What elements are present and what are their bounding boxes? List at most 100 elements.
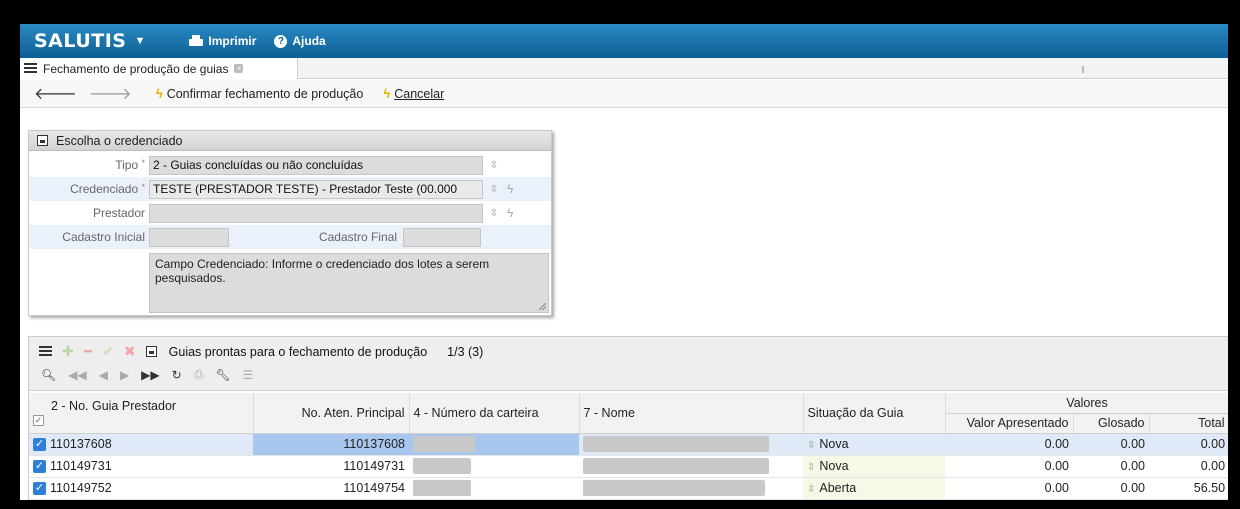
prestador-field[interactable]	[149, 203, 483, 223]
carteira-cell	[409, 455, 579, 478]
printer-icon	[189, 35, 204, 47]
next-page-icon[interactable]: ▶	[120, 368, 129, 382]
col-guia-prestador[interactable]: 2 - No. Guia Prestador ✓	[29, 393, 254, 434]
col-numero-carteira[interactable]: 4 - Número da carteira	[409, 393, 580, 434]
cancel-button[interactable]: ϟ Cancelar	[383, 86, 444, 101]
nome-cell	[579, 455, 803, 478]
spinner-icon[interactable]: ⇳	[807, 462, 815, 473]
delete-icon[interactable]: ✖	[124, 343, 136, 360]
brand-menu[interactable]: SALUTIS	[34, 30, 126, 52]
top-header-bar: SALUTIS ▼ Imprimir ? Ajuda	[20, 24, 1228, 58]
help-label: Ajuda	[292, 34, 326, 48]
row-checkbox[interactable]: ✓	[33, 438, 46, 452]
tipo-row: Tipo * 2 - Guias concluídas ou não concl…	[29, 153, 551, 177]
panel-header: Escolha o credenciado	[29, 131, 551, 151]
close-icon[interactable]: ×	[234, 64, 244, 73]
search-icon[interactable]: 🔍︎	[41, 368, 56, 382]
select-all-checkbox[interactable]: ✓	[33, 414, 44, 426]
glosado-cell: 0.00	[1073, 455, 1149, 478]
help-text-area: Campo Credenciado: Informe o credenciado…	[149, 253, 549, 313]
columns-icon[interactable]: ☰	[243, 368, 254, 382]
cadastro-inicial-field[interactable]	[149, 227, 229, 247]
confirm-closing-button[interactable]: ϟ Confirmar fechamento de produção	[156, 86, 364, 101]
print-button[interactable]: Imprimir	[189, 34, 256, 48]
guia-cell: ✓ 110149752	[29, 477, 253, 500]
guias-table: 2 - No. Guia Prestador ✓ No. Aten. Princ…	[29, 393, 1228, 500]
export-icon[interactable]: ⎙	[194, 367, 204, 382]
list-icon	[24, 63, 37, 74]
check-icon[interactable]: ✔	[102, 343, 114, 360]
panel-title: Escolha o credenciado	[56, 133, 183, 148]
guia-cell: ✓ 110149731	[29, 455, 253, 478]
question-icon: ?	[274, 34, 288, 48]
lightning-icon[interactable]: ϟ	[507, 182, 513, 196]
tab-scroll-handle[interactable]	[1082, 66, 1084, 73]
tipo-select[interactable]: 2 - Guias concluídas ou não concluídas	[149, 155, 483, 175]
prestador-row: Prestador ⇳ ϟ	[29, 201, 551, 225]
situacao-cell[interactable]: ⇳ Aberta	[803, 477, 945, 500]
lightning-icon: ϟ	[383, 86, 391, 101]
row-checkbox[interactable]: ✓	[33, 482, 46, 496]
total-cell: 0.00	[1149, 455, 1228, 478]
spinner-icon[interactable]: ⇳	[489, 208, 499, 219]
col-aten-principal[interactable]: No. Aten. Principal	[253, 393, 410, 434]
first-page-icon[interactable]: ◀◀	[68, 368, 86, 382]
page-count: 1/3 (3)	[447, 344, 484, 359]
forward-arrow-icon[interactable]: 🡒	[89, 83, 132, 104]
guias-panel: ✚ ━ ✔ ✖ Guias prontas para o fechamento …	[28, 336, 1228, 500]
situacao-cell[interactable]: ⇳ Nova	[803, 455, 945, 478]
back-arrow-icon[interactable]: 🡐	[34, 83, 77, 104]
guias-title: Guias prontas para o fechamento de produ…	[168, 344, 428, 359]
confirm-label: Confirmar fechamento de produção	[166, 86, 364, 101]
aten-cell: 110149754	[253, 477, 409, 500]
apresentado-cell: 0.00	[945, 455, 1073, 478]
col-nome[interactable]: 7 - Nome	[579, 393, 804, 434]
credenciado-panel: Escolha o credenciado Tipo * 2 - Guias c…	[28, 130, 552, 316]
chevron-down-icon[interactable]: ▼	[134, 35, 145, 47]
pagination-toolbar: 🔍︎ ◀◀ ◀ ▶ ▶▶ ↻ ⎙ 🔧︎ ☰	[41, 367, 253, 382]
aten-cell: 110149731	[253, 455, 409, 478]
collapse-icon[interactable]	[37, 135, 48, 146]
total-cell: 0.00	[1149, 433, 1228, 456]
tab-fechamento-producao[interactable]: Fechamento de produção de guias ×	[20, 58, 298, 79]
spinner-icon[interactable]: ⇳	[807, 440, 815, 451]
tools-icon[interactable]: 🔧︎	[215, 368, 230, 382]
redacted-value	[413, 436, 475, 452]
row-checkbox[interactable]: ✓	[33, 460, 46, 474]
col-total[interactable]: Total	[1149, 413, 1228, 434]
cadastro-inicial-label: Cadastro Inicial	[62, 230, 145, 244]
table-row[interactable]: ✓ 110149752 110149754 ⇳ Aberta 0.00 0.00 5…	[29, 477, 1228, 500]
cadastro-row: Cadastro Inicial Cadastro Final	[29, 225, 551, 249]
spinner-icon[interactable]: ⇳	[489, 160, 499, 171]
col-glosado[interactable]: Glosado	[1073, 413, 1150, 434]
grid-toolbar: ✚ ━ ✔ ✖ Guias prontas para o fechamento …	[39, 343, 483, 360]
lightning-icon[interactable]: ϟ	[507, 206, 513, 220]
col-valor-apresentado[interactable]: Valor Apresentado	[945, 413, 1074, 434]
table-row[interactable]: ✓ 110137608 110137608 ⇳ Nova 0.00 0.00 0.0…	[29, 433, 1228, 456]
redacted-value	[413, 480, 471, 496]
resize-grip-icon[interactable]	[539, 303, 546, 310]
cadastro-final-field[interactable]	[403, 227, 481, 247]
col-group-valores: Valores	[945, 393, 1228, 414]
col-situacao[interactable]: Situação da Guia	[803, 393, 946, 434]
spinner-icon[interactable]: ⇳	[489, 184, 499, 195]
apresentado-cell: 0.00	[945, 477, 1073, 500]
credenciado-field[interactable]: TESTE (PRESTADOR TESTE) - Prestador Test…	[149, 179, 483, 199]
last-page-icon[interactable]: ▶▶	[141, 368, 159, 382]
table-row[interactable]: ✓ 110149731 110149731 ⇳ Nova 0.00 0.00 0.0…	[29, 455, 1228, 478]
cadastro-final-label: Cadastro Final	[318, 230, 397, 244]
remove-icon[interactable]: ━	[84, 343, 92, 360]
tab-bar: Fechamento de produção de guias ×	[20, 58, 1228, 79]
situacao-cell[interactable]: ⇳ Nova	[803, 433, 945, 456]
refresh-icon[interactable]: ↻	[172, 368, 182, 382]
spinner-icon[interactable]: ⇳	[807, 484, 815, 495]
add-icon[interactable]: ✚	[62, 343, 74, 360]
list-icon[interactable]	[39, 346, 52, 357]
previous-page-icon[interactable]: ◀	[99, 368, 108, 382]
guia-cell: ✓ 110137608	[29, 433, 253, 456]
tipo-label: Tipo *	[115, 158, 145, 172]
nome-cell	[579, 477, 803, 500]
help-button[interactable]: ? Ajuda	[274, 34, 326, 48]
tab-title: Fechamento de produção de guias	[43, 61, 229, 76]
collapse-icon[interactable]	[145, 346, 157, 357]
